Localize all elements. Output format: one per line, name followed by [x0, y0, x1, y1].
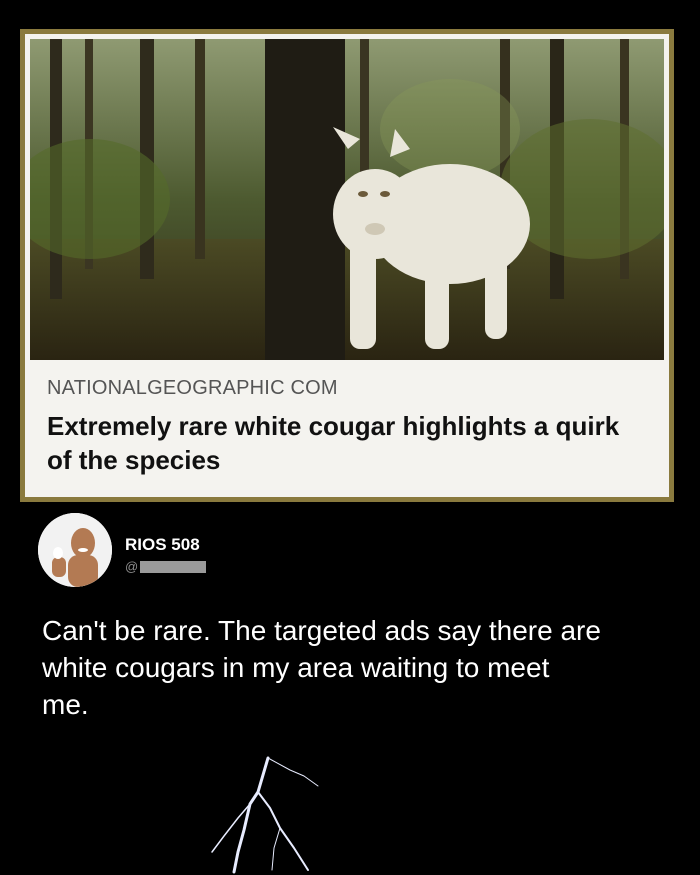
link-domain: NATIONALGEOGRAPHIC COM	[47, 377, 338, 399]
user-avatar[interactable]	[38, 513, 112, 587]
white-cougar-photo	[30, 39, 664, 360]
author-handle[interactable]: @	[125, 559, 207, 574]
author-name[interactable]: RIOS 508	[125, 535, 200, 555]
redacted-handle	[140, 560, 207, 573]
handle-prefix: @	[125, 559, 139, 574]
lightning-bolt-icon	[211, 756, 319, 874]
link-preview-card[interactable]: NATIONALGEOGRAPHIC COM Extremely rare wh…	[20, 29, 674, 502]
cougar-image-graphic	[30, 39, 664, 360]
avatar-graphic	[38, 513, 112, 587]
link-title[interactable]: Extremely rare white cougar highlights a…	[47, 409, 647, 477]
post-text: Can't be rare. The targeted ads say ther…	[42, 615, 601, 720]
